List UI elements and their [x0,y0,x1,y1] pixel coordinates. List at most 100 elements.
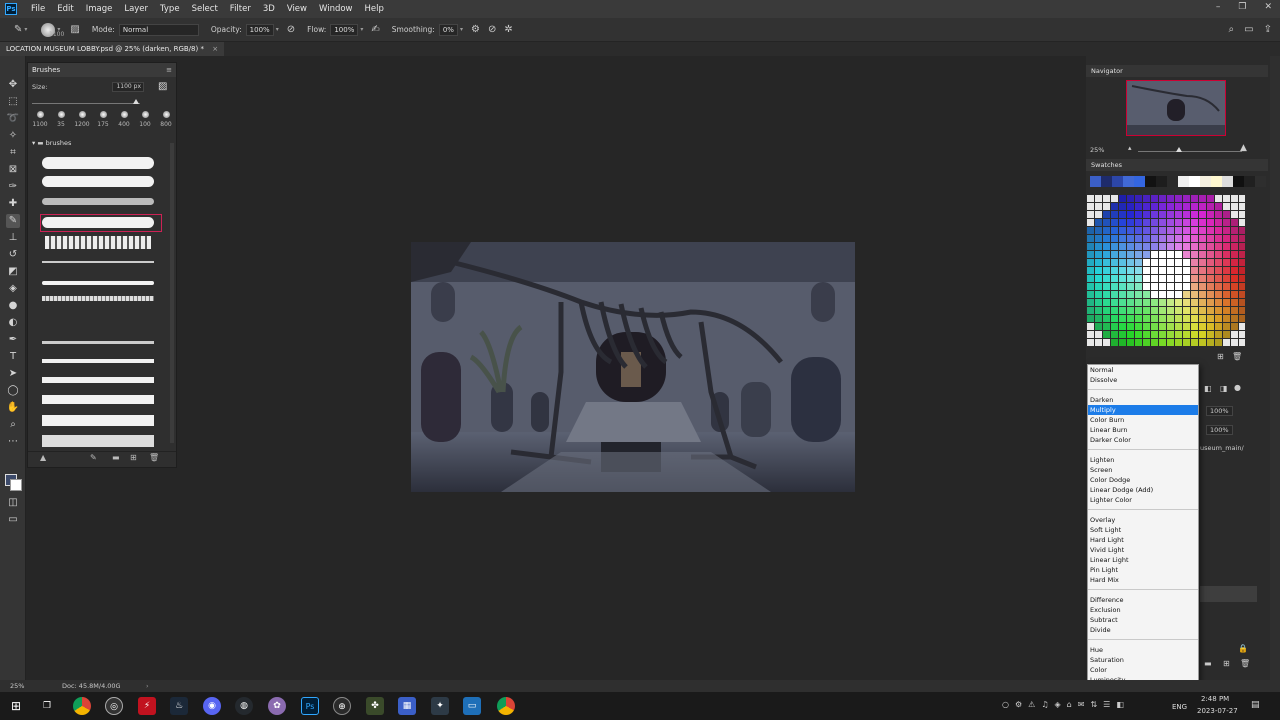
color-swatch[interactable] [1231,339,1238,346]
color-swatch[interactable] [1191,195,1198,202]
color-swatch[interactable] [1135,243,1142,250]
color-swatch[interactable] [1231,219,1238,226]
color-swatch[interactable] [1200,176,1211,187]
color-swatch[interactable] [1207,307,1214,314]
blend-mode-option[interactable]: Lighter Color [1088,495,1198,505]
color-swatch[interactable] [1103,299,1110,306]
color-swatch[interactable] [1215,235,1222,242]
move-tool-icon[interactable]: ✥ [6,78,20,92]
photoshop-taskbar-icon[interactable]: Ps [301,697,319,715]
color-swatch[interactable] [1143,275,1150,282]
color-swatch[interactable] [1119,227,1126,234]
color-swatch[interactable] [1207,251,1214,258]
brush-preset[interactable]: 100 [135,111,155,128]
color-swatch[interactable] [1151,291,1158,298]
brush-tool-icon[interactable]: ✎ [14,24,22,35]
color-swatch[interactable] [1111,331,1118,338]
blend-mode-option[interactable]: Linear Burn [1088,425,1198,435]
status-zoom[interactable]: 25% [10,680,24,692]
color-swatch[interactable] [1223,259,1230,266]
color-swatch[interactable] [1112,176,1123,187]
dodge-tool-icon[interactable]: ◐ [6,316,20,330]
blend-mode-option[interactable]: Screen [1088,465,1198,475]
color-swatch[interactable] [1135,275,1142,282]
blend-mode-option[interactable]: Subtract [1088,615,1198,625]
navigator-zoom[interactable]: 25% [1090,146,1104,154]
color-swatch[interactable] [1183,315,1190,322]
brush-tool-icon[interactable]: ✎ [90,453,97,462]
color-swatch[interactable] [1111,251,1118,258]
color-swatch[interactable] [1231,307,1238,314]
color-swatch[interactable] [1175,267,1182,274]
opacity-field[interactable]: 100% [245,23,274,36]
clock-date[interactable]: 2023-07-27 [1197,707,1238,715]
color-swatch[interactable] [1143,243,1150,250]
lock-icon[interactable]: 🔒 [1238,644,1248,653]
blend-mode-option[interactable]: Hue [1088,645,1198,655]
clock-time[interactable]: 2:48 PM [1201,695,1229,703]
color-swatch[interactable] [1119,307,1126,314]
color-swatch[interactable] [1191,275,1198,282]
color-swatch[interactable] [1159,283,1166,290]
color-swatch[interactable] [1231,291,1238,298]
color-swatch[interactable] [1223,219,1230,226]
close-tab-icon[interactable]: × [212,45,218,53]
color-swatch[interactable] [1090,176,1101,187]
color-swatch[interactable] [1175,323,1182,330]
color-swatch[interactable] [1167,331,1174,338]
tray-icon[interactable]: ☰ [1103,700,1110,709]
color-swatch[interactable] [1119,259,1126,266]
color-swatch[interactable] [1143,235,1150,242]
color-swatch[interactable] [1223,331,1230,338]
trash-icon[interactable]: 🗑 [1232,352,1242,361]
brush-stroke[interactable] [42,198,154,205]
color-swatch[interactable] [1223,339,1230,346]
color-swatch[interactable] [1183,331,1190,338]
color-swatch[interactable] [1191,291,1198,298]
color-swatch[interactable] [1175,331,1182,338]
color-swatch[interactable] [1183,195,1190,202]
color-swatch[interactable] [1119,267,1126,274]
color-swatch[interactable] [1143,307,1150,314]
color-swatch[interactable] [1151,283,1158,290]
color-swatch[interactable] [1119,299,1126,306]
color-swatch[interactable] [1231,275,1238,282]
brush-stroke[interactable] [42,415,154,426]
color-swatch[interactable] [1087,195,1094,202]
color-swatch[interactable] [1087,211,1094,218]
color-swatch[interactable] [1087,299,1094,306]
color-swatch[interactable] [1127,291,1134,298]
color-swatch[interactable] [1111,235,1118,242]
color-swatch[interactable] [1215,211,1222,218]
color-swatch[interactable] [1199,235,1206,242]
menu-image[interactable]: Image [80,4,119,14]
color-swatch[interactable] [1135,219,1142,226]
brush-stroke[interactable] [45,236,151,249]
color-swatch[interactable] [1135,331,1142,338]
color-swatch[interactable] [1167,299,1174,306]
color-swatch[interactable] [1159,235,1166,242]
color-swatch[interactable] [1223,227,1230,234]
color-swatch[interactable] [1191,331,1198,338]
type-tool-icon[interactable]: T [6,350,20,364]
color-swatch[interactable] [1103,211,1110,218]
color-swatch[interactable] [1231,235,1238,242]
color-swatch[interactable] [1151,235,1158,242]
brush-stroke[interactable] [42,377,154,383]
color-swatch[interactable] [1199,251,1206,258]
color-swatch[interactable] [1231,195,1238,202]
color-swatch[interactable] [1239,203,1245,210]
color-swatch[interactable] [1207,203,1214,210]
color-swatch[interactable] [1178,176,1189,187]
color-swatch[interactable] [1111,299,1118,306]
color-swatch[interactable] [1223,195,1230,202]
color-swatch[interactable] [1135,299,1142,306]
color-swatch[interactable] [1151,339,1158,346]
color-swatch[interactable] [1135,251,1142,258]
history-brush-tool-icon[interactable]: ↺ [6,248,20,262]
zoom-in-icon[interactable]: ▲ [1240,143,1247,153]
color-swatch[interactable] [1119,251,1126,258]
brush-stroke[interactable] [42,296,154,301]
app-icon[interactable]: ▦ [398,697,416,715]
color-swatch[interactable] [1175,227,1182,234]
